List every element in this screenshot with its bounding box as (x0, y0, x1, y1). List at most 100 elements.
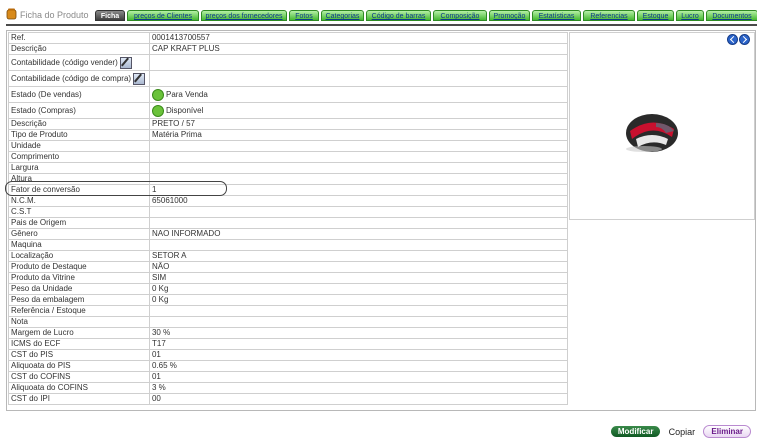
field-label: Ref. (8, 32, 150, 44)
previous-record-icon[interactable] (727, 34, 738, 45)
field-label-text: Produto da Vitrine (11, 273, 75, 283)
tab-referencias[interactable]: Referencias (583, 10, 635, 21)
record-navigation (726, 34, 750, 47)
product-jar-icon (6, 8, 17, 20)
field-value: 00 (148, 393, 569, 405)
edit-pencil-icon[interactable] (119, 56, 132, 69)
field-label-text: Referência / Estoque (11, 306, 86, 316)
table-row: Margem de Lucro 30 % (8, 327, 569, 339)
status-ok-icon (151, 88, 164, 101)
table-row: Referência / Estoque (8, 305, 569, 317)
modify-button[interactable]: Modificar (610, 426, 661, 437)
field-label-text: Comprimento (11, 152, 60, 162)
table-row: N.C.M. 65061000 (8, 195, 569, 207)
table-row: Aliquoata do COFINS 3 % (8, 382, 569, 394)
table-row: CST do IPI 00 (8, 393, 569, 405)
tab-documentos[interactable]: Documentos (706, 10, 757, 21)
field-label: Gênero (8, 228, 150, 240)
conversion-factor-highlight (5, 181, 227, 196)
field-value (148, 239, 569, 251)
table-row: Estado (De vendas) Para Venda (8, 86, 569, 103)
field-value: Para Venda (148, 86, 569, 103)
tab-lucro[interactable]: Lucro (676, 10, 704, 21)
field-value-text: NAO INFORMADO (151, 229, 221, 239)
tab-composi-o[interactable]: Composição (433, 10, 487, 21)
field-value (148, 70, 569, 87)
field-label: Descrição (8, 118, 150, 130)
field-label: Nota (8, 316, 150, 328)
field-value: 0 Kg (148, 294, 569, 306)
table-row: CST do COFINS 01 (8, 371, 569, 383)
table-row: Unidade (8, 140, 569, 152)
table-row: CST do PIS 01 (8, 349, 569, 361)
field-label: Unidade (8, 140, 150, 152)
field-label: Tipo de Produto (8, 129, 150, 141)
tab-categorias[interactable]: Categorias (321, 10, 364, 21)
field-value (148, 162, 569, 174)
field-label-text: Contabilidade (código de compra) (11, 73, 132, 83)
tab-estoque[interactable]: Estoque (637, 10, 674, 21)
product-properties-table: Ref. 0001413700557 Descrição CAP KRAFT PLUS… (8, 32, 569, 405)
field-label: Contabilidade (código de compra) (8, 70, 150, 87)
field-label: Peso da embalagem (8, 294, 150, 306)
table-row: Estado (Compras) Disponível (8, 102, 569, 119)
field-value: PRETO / 57 (148, 118, 569, 130)
field-label-text: Contabilidade (código vender) (11, 57, 118, 67)
table-row: Largura (8, 162, 569, 174)
field-label: C.S.T (8, 206, 150, 218)
field-label-text: Ref. (11, 33, 26, 43)
field-label-text: Nota (11, 317, 28, 327)
field-value (148, 206, 569, 218)
tab-ficha[interactable]: Ficha (95, 10, 125, 21)
field-label-text: Localização (11, 251, 54, 261)
field-label-text: Estado (Compras) (11, 105, 76, 115)
action-bar: Modificar Copiar Eliminar (610, 425, 751, 439)
field-label: ICMS do ECF (8, 338, 150, 350)
field-value-text: CAP KRAFT PLUS (151, 44, 220, 54)
field-value (148, 316, 569, 328)
field-label-text: ICMS do ECF (11, 339, 61, 349)
table-row: Descrição CAP KRAFT PLUS (8, 43, 569, 55)
next-record-icon[interactable] (739, 34, 750, 45)
product-image-panel (569, 32, 755, 220)
field-value-text: 01 (151, 372, 161, 382)
field-value: 01 (148, 371, 569, 383)
tab-pre-os-dos-fornecedores[interactable]: preços dos fornecedores (201, 10, 287, 21)
tab-c-digo-de-barras[interactable]: Código de barras (366, 10, 431, 21)
field-value-text: 01 (151, 350, 161, 360)
edit-pencil-icon[interactable] (133, 72, 146, 85)
field-value: 01 (148, 349, 569, 361)
field-value: 30 % (148, 327, 569, 339)
field-label-text: Aliquoata do PIS (11, 361, 71, 371)
field-value-text: 0.65 % (151, 361, 177, 371)
table-row: Descrição PRETO / 57 (8, 118, 569, 130)
helmet-product-image[interactable] (622, 109, 682, 155)
tab-promo-o[interactable]: Promoção (489, 10, 530, 21)
table-row: ICMS do ECF T17 (8, 338, 569, 350)
field-label-text: Peso da Unidade (11, 284, 73, 294)
tab-fotos[interactable]: Fotos (289, 10, 319, 21)
field-value (148, 140, 569, 152)
field-value-text: SETOR A (151, 251, 187, 261)
table-row: Pais de Origem (8, 217, 569, 229)
field-label: Localização (8, 250, 150, 262)
field-label-text: Descrição (11, 44, 47, 54)
delete-button[interactable]: Eliminar (703, 425, 751, 438)
tab-bar: Ficha preços de Clientes preços dos fornec… (95, 10, 757, 22)
field-label: Comprimento (8, 151, 150, 163)
field-value: NÃO (148, 261, 569, 273)
table-row: Contabilidade (código de compra) (8, 70, 569, 87)
field-label: Contabilidade (código vender) (8, 54, 150, 71)
table-row: Ref. 0001413700557 (8, 32, 569, 44)
tab-estat-sticas[interactable]: Estatísticas (532, 10, 581, 21)
field-label: Descrição (8, 43, 150, 55)
table-row: Peso da Unidade 0 Kg (8, 283, 569, 295)
field-label-text: Largura (11, 163, 39, 173)
tab-pre-os-de-clientes[interactable]: preços de Clientes (127, 10, 199, 21)
field-value: 0.65 % (148, 360, 569, 372)
table-row: Produto de Destaque NÃO (8, 261, 569, 273)
table-row: Localização SETOR A (8, 250, 569, 262)
field-value: Matéria Prima (148, 129, 569, 141)
field-value-text: 30 % (151, 328, 171, 338)
copy-link[interactable]: Copiar (669, 427, 696, 437)
